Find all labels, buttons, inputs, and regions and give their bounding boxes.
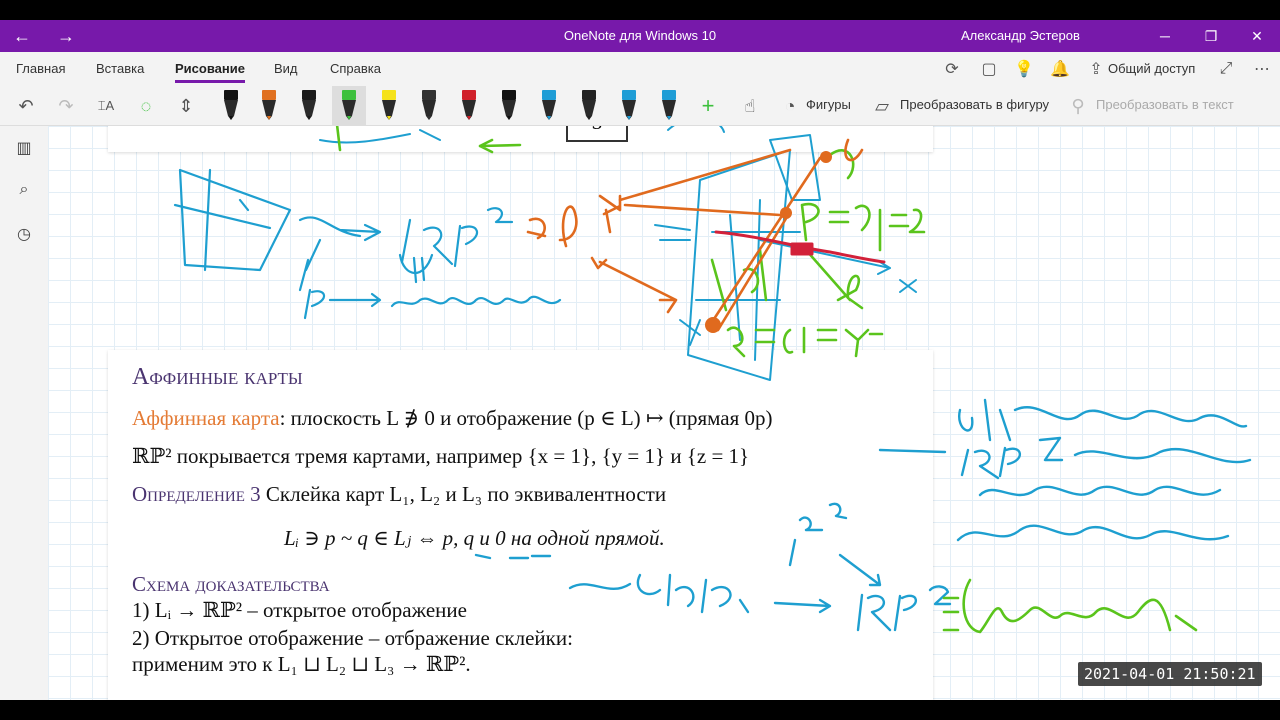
pen-9-icon[interactable] — [532, 86, 566, 126]
bottom-letterbox — [0, 700, 1280, 720]
tab-view[interactable]: Вид — [274, 61, 298, 76]
pen-8-icon[interactable] — [492, 86, 526, 126]
video-timestamp: 2021-04-01 21:50:21 — [1078, 662, 1262, 686]
touch-draw-icon[interactable]: ☝ — [736, 92, 764, 120]
pen-6-icon[interactable] — [412, 86, 446, 126]
pen-4-icon[interactable] — [332, 86, 366, 126]
bell-icon[interactable]: 🔔 — [1048, 58, 1072, 80]
undo-icon[interactable]: ↶ — [12, 92, 40, 120]
pen-3-icon[interactable] — [292, 86, 326, 126]
convert-text-button: Преобразовать в текст — [1096, 97, 1234, 112]
restore-icon[interactable]: ❐ — [1188, 20, 1234, 52]
user-name[interactable]: Александр Эстеров — [961, 28, 1080, 43]
lightbulb-icon[interactable]: 💡 — [1012, 58, 1036, 80]
left-nav: ▥ ⌕ ◷ — [0, 126, 48, 700]
tab-insert[interactable]: Вставка — [96, 61, 144, 76]
tab-help[interactable]: Справка — [330, 61, 381, 76]
pen-5-icon[interactable] — [372, 86, 406, 126]
ink-blue-notes — [474, 398, 1252, 632]
convert-text-icon: ⚲ — [1071, 95, 1085, 116]
close-icon[interactable]: ✕ — [1234, 20, 1280, 52]
page-canvas[interactable]: S Аффинные карты Аффинная карта: плоскос… — [48, 126, 1280, 700]
title-bar: ← → OneNote для Windows 10 Александр Эст… — [0, 20, 1280, 52]
search-icon[interactable]: ⌕ — [12, 178, 36, 202]
ribbon-tabs: Главная Вставка Рисование Вид Справка ⟳ … — [0, 52, 1280, 86]
tab-draw[interactable]: Рисование — [175, 61, 245, 83]
ink-layer — [173, 126, 1252, 634]
fullscreen-icon[interactable]: ⤢ — [1214, 58, 1238, 80]
tab-home[interactable]: Главная — [16, 61, 65, 76]
add-space-icon[interactable]: ⇕ — [172, 92, 200, 120]
page-icon[interactable]: ▢ — [977, 58, 1001, 80]
lasso-select-icon[interactable]: ◌ — [132, 92, 160, 120]
recent-icon[interactable]: ◷ — [12, 222, 36, 246]
share-button[interactable]: Общий доступ — [1108, 61, 1195, 76]
convert-shape-button[interactable]: Преобразовать в фигуру — [900, 97, 1049, 112]
minimize-icon[interactable]: ─ — [1142, 20, 1188, 52]
window-title: OneNote для Windows 10 — [563, 28, 717, 43]
shapes-button[interactable]: Фигуры — [806, 97, 851, 112]
pen-11-icon[interactable] — [612, 86, 646, 126]
shapes-icon[interactable]: ◔ — [776, 92, 804, 120]
pen-1-icon[interactable] — [214, 86, 248, 126]
redo-icon[interactable]: ↷ — [52, 92, 80, 120]
pen-12-icon[interactable] — [652, 86, 686, 126]
type-select-icon[interactable]: ⌶A — [92, 92, 120, 120]
draw-toolbar: ↶ ↷ ⌶A ◌ ⇕ + ☝ ◔ Фигуры ▱ Преобразовать … — [0, 86, 1280, 126]
convert-shape-icon[interactable]: ▱ — [868, 92, 896, 120]
notebooks-icon[interactable]: ▥ — [12, 136, 36, 160]
sync-icon[interactable]: ⟳ — [940, 58, 964, 80]
ink-orange — [526, 138, 864, 332]
pen-2-icon[interactable] — [252, 86, 286, 126]
ink-blue-left — [173, 168, 562, 320]
more-icon[interactable]: ⋯ — [1250, 58, 1274, 80]
ink-red — [714, 230, 886, 264]
add-pen-icon[interactable]: + — [694, 92, 722, 120]
pen-7-icon[interactable] — [452, 86, 486, 126]
pen-10-icon[interactable] — [572, 86, 606, 126]
share-icon[interactable]: ⇪ — [1084, 58, 1108, 80]
